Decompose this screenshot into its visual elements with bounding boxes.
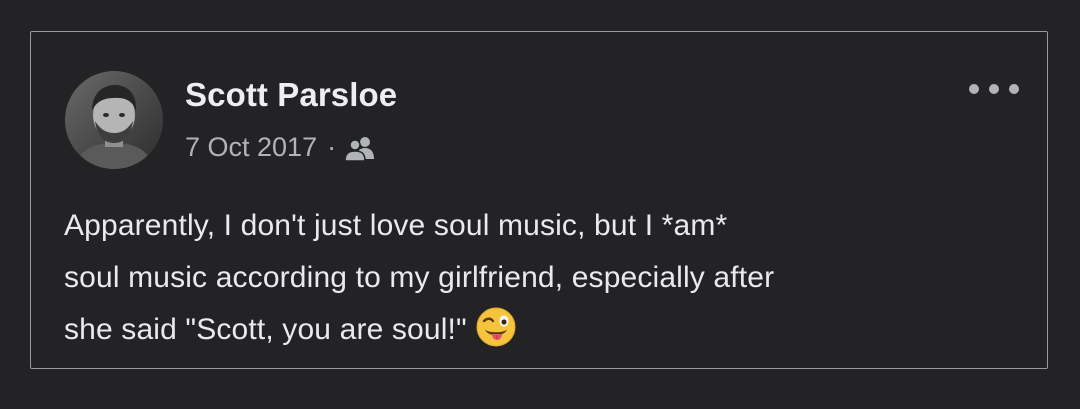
post-text-line: Apparently, I don't just love soul music… <box>64 209 728 242</box>
post-text-line: soul music according to my girlfriend, e… <box>64 261 775 294</box>
more-options-dot <box>989 84 999 94</box>
avatar[interactable] <box>65 71 163 169</box>
post-text: Apparently, I don't just love soul music… <box>64 200 1024 356</box>
friends-icon[interactable] <box>344 135 376 162</box>
post-date[interactable]: 7 Oct 2017 <box>185 132 317 163</box>
post-text-line-content: she said "Scott, you are soul!" <box>64 313 467 346</box>
more-options-dot <box>1009 84 1019 94</box>
post-card: Scott Parsloe 7 Oct 2017 · Apparently, I… <box>30 31 1048 369</box>
avatar-photo <box>65 71 163 169</box>
meta-separator: · <box>327 131 337 162</box>
author-name[interactable]: Scott Parsloe <box>185 76 397 114</box>
post-meta: 7 Oct 2017 · <box>185 131 376 163</box>
more-options-icon <box>969 84 979 94</box>
winking-face-with-tongue-icon <box>475 306 517 348</box>
more-options-button[interactable] <box>969 76 1019 102</box>
post-text-line-last: she said "Scott, you are soul!" <box>64 304 1024 356</box>
